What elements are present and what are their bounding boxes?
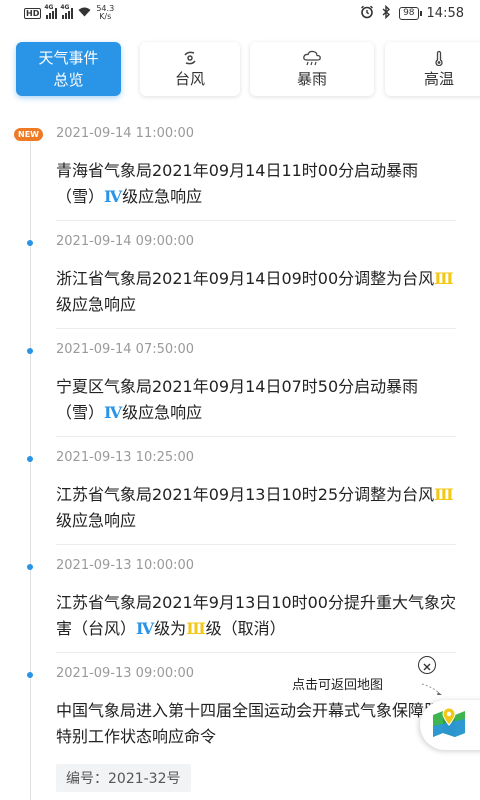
tab-rainstorm[interactable]: 暴雨 bbox=[250, 42, 374, 96]
event-title: 江苏省气象局2021年09月13日10时25分调整为台风Ⅲ级应急响应 bbox=[56, 485, 454, 530]
category-tabs: 天气事件 总览 台风 暴雨 高温 bbox=[16, 42, 480, 96]
bluetooth-icon bbox=[382, 4, 391, 22]
event-item[interactable]: 2021-09-14 11:00:00 青海省气象局2021年09月14日11时… bbox=[56, 124, 456, 221]
map-return-hint: 点击可返回地图 bbox=[292, 678, 384, 693]
alarm-icon bbox=[360, 5, 374, 22]
tab-label-line2: 总览 bbox=[53, 71, 84, 89]
level-badge: Ⅳ bbox=[104, 187, 123, 206]
event-item[interactable]: 2021-09-13 10:25:00 江苏省气象局2021年09月13日10时… bbox=[56, 448, 456, 545]
clock: 14:58 bbox=[426, 5, 464, 21]
event-title: 江苏省气象局2021年9月13日10时00分提升重大气象灾害（台风）Ⅳ级为Ⅲ级（… bbox=[56, 593, 456, 638]
level-badge: Ⅲ bbox=[434, 485, 454, 504]
tab-weather-events-overview[interactable]: 天气事件 总览 bbox=[16, 42, 121, 96]
level-badge: Ⅲ bbox=[434, 269, 454, 288]
hd-icon: HD bbox=[24, 7, 42, 19]
event-item[interactable]: 2021-09-14 07:50:00 宁夏区气象局2021年09月14日07时… bbox=[56, 340, 456, 437]
event-title: 浙江省气象局2021年09月14日09时00分调整为台风Ⅲ级应急响应 bbox=[56, 269, 454, 314]
event-item[interactable]: 2021-09-13 09:00:00 中国气象局进入第十四届全国运动会开幕式气… bbox=[56, 664, 456, 792]
timeline-dot bbox=[27, 456, 33, 462]
thermometer-icon bbox=[434, 50, 444, 66]
event-time: 2021-09-14 09:00:00 bbox=[56, 234, 195, 249]
timeline-dot bbox=[27, 564, 33, 570]
timeline-dot bbox=[27, 240, 33, 246]
divider bbox=[56, 544, 456, 545]
divider bbox=[56, 652, 456, 653]
signal-icon: 4G bbox=[44, 4, 58, 19]
new-badge: NEW bbox=[14, 128, 43, 141]
battery-icon: 98 bbox=[399, 6, 423, 20]
rain-cloud-icon bbox=[302, 50, 322, 66]
hint-arrow-icon bbox=[420, 682, 448, 702]
event-time: 2021-09-13 10:25:00 bbox=[56, 450, 195, 465]
event-title: 中国气象局进入第十四届全国运动会开幕式气象保障服务特别工作状态响应命令 bbox=[56, 701, 457, 746]
event-title: 宁夏区气象局2021年09月14日07时50分启动暴雨（雪）Ⅳ级应急响应 bbox=[56, 377, 419, 422]
event-item[interactable]: 2021-09-13 10:00:00 江苏省气象局2021年9月13日10时0… bbox=[56, 556, 456, 653]
level-badge: Ⅳ bbox=[104, 403, 123, 422]
event-time: 2021-09-14 11:00:00 bbox=[56, 126, 195, 141]
level-badge: Ⅲ bbox=[186, 619, 206, 638]
timeline-dot bbox=[27, 672, 33, 678]
signal-icon: 4G bbox=[60, 4, 74, 19]
event-time: 2021-09-14 07:50:00 bbox=[56, 342, 195, 357]
timeline-dot bbox=[27, 348, 33, 354]
event-item[interactable]: 2021-09-14 09:00:00 浙江省气象局2021年09月14日09时… bbox=[56, 232, 456, 329]
level-badge: Ⅳ bbox=[136, 619, 155, 638]
tab-label: 暴雨 bbox=[296, 69, 327, 88]
tab-typhoon[interactable]: 台风 bbox=[140, 42, 240, 96]
timeline-line bbox=[30, 134, 31, 800]
status-bar-right: 98 14:58 bbox=[360, 4, 464, 22]
event-time: 2021-09-13 10:00:00 bbox=[56, 558, 195, 573]
event-code: 编号：2021-32号 bbox=[56, 764, 191, 792]
tab-label: 高温 bbox=[423, 69, 454, 88]
event-title: 青海省气象局2021年09月14日11时00分启动暴雨（雪）Ⅳ级应急响应 bbox=[56, 161, 419, 206]
return-to-map-button[interactable] bbox=[420, 700, 480, 750]
close-icon bbox=[423, 656, 431, 675]
status-bar-left: HD 4G 4G 54.3 K/s bbox=[24, 4, 115, 21]
divider bbox=[56, 220, 456, 221]
typhoon-icon bbox=[182, 50, 198, 66]
wifi-icon bbox=[78, 6, 91, 20]
network-speed: 54.3 K/s bbox=[96, 4, 115, 21]
event-time: 2021-09-13 09:00:00 bbox=[56, 666, 195, 681]
map-icon bbox=[430, 704, 468, 746]
event-timeline: NEW 2021-09-14 11:00:00 青海省气象局2021年09月14… bbox=[0, 122, 480, 800]
tab-label-line1: 天气事件 bbox=[38, 49, 99, 67]
close-hint-button[interactable] bbox=[418, 656, 436, 674]
tab-high-temperature[interactable]: 高温 bbox=[385, 42, 480, 96]
divider bbox=[56, 436, 456, 437]
tab-label: 台风 bbox=[174, 69, 205, 88]
divider bbox=[56, 328, 456, 329]
status-bar: HD 4G 4G 54.3 K/s 98 14:58 bbox=[0, 0, 480, 26]
